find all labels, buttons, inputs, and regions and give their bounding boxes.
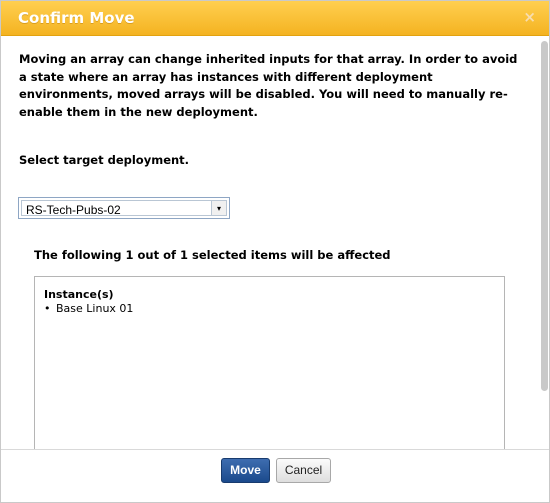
affected-items-header: The following 1 out of 1 selected items … [34,248,391,262]
select-target-label: Select target deployment. [19,153,190,167]
close-icon[interactable]: × [523,9,536,25]
instance-name: Base Linux 01 [56,302,134,315]
bullet-icon: • [44,302,51,315]
dialog-titlebar[interactable]: Confirm Move × [1,1,549,36]
dialog-footer: Move Cancel [1,449,549,502]
warning-message: Moving an array can change inherited inp… [19,52,518,119]
dropdown-arrow-icon[interactable]: ▾ [211,201,226,215]
instances-list: • Base Linux 01 [44,302,133,316]
target-deployment-select[interactable]: RS-Tech-Pubs-02 ▾ [18,197,230,219]
selected-deployment: RS-Tech-Pubs-02 [26,203,121,217]
affected-items-box: Instance(s) • Base Linux 01 [34,276,505,450]
list-item: • Base Linux 01 [44,302,133,316]
instances-group-title: Instance(s) [44,288,114,301]
cancel-button[interactable]: Cancel [276,458,331,483]
scrollbar-thumb[interactable] [541,41,548,391]
content-scrollbar[interactable] [540,36,548,394]
dialog-title: Confirm Move [18,9,135,27]
confirm-move-dialog: Confirm Move × Moving an array can chang… [0,0,550,503]
move-button[interactable]: Move [221,458,270,483]
select-inner: RS-Tech-Pubs-02 ▾ [21,200,227,217]
dialog-content: Moving an array can change inherited inp… [1,36,549,450]
